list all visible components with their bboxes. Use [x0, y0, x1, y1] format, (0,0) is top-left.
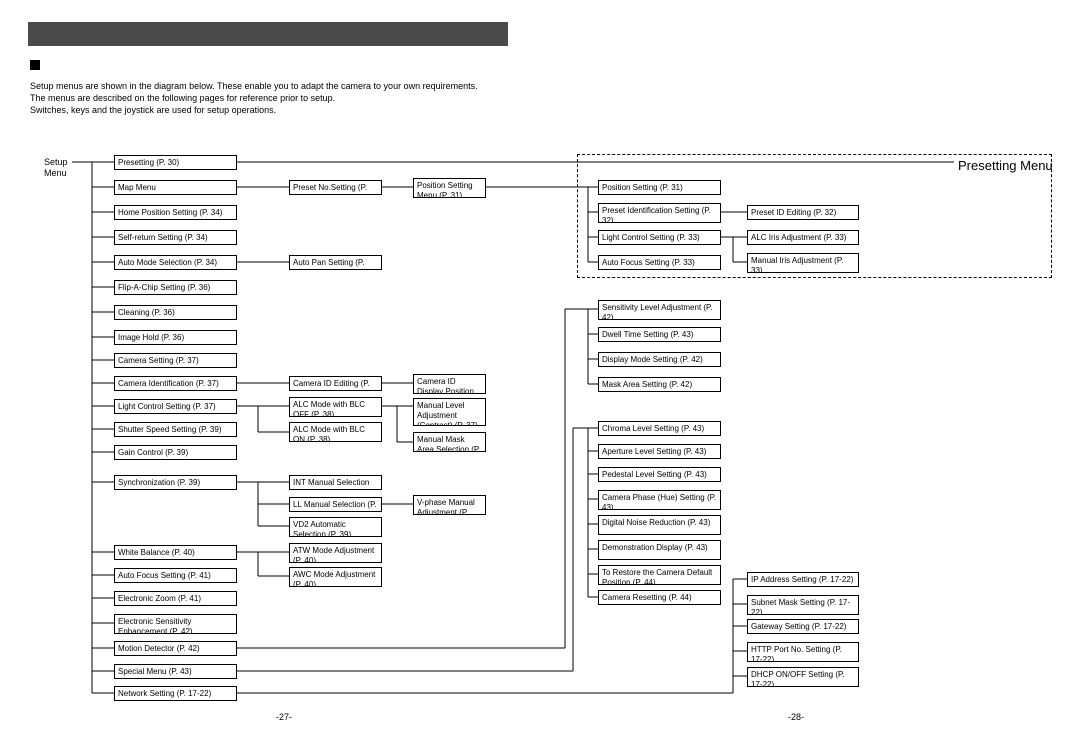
box-cleaning: Cleaning (P. 36) [114, 305, 237, 320]
box-image-hold: Image Hold (P. 36) [114, 330, 237, 345]
box-light-control2: Light Control Setting (P. 33) [598, 230, 721, 245]
box-preset-id-edit: Preset ID Editing (P. 32) [747, 205, 859, 220]
box-motion: Motion Detector (P. 42) [114, 641, 237, 656]
box-awc: AWC Mode Adjustment (P. 40) [289, 567, 382, 587]
box-alc-blc-off: ALC Mode with BLC OFF (P. 38) [289, 397, 382, 417]
intro-line1: Setup menus are shown in the diagram bel… [30, 80, 478, 92]
box-phase: Camera Phase (Hue) Setting (P. 43) [598, 490, 721, 510]
box-sync: Synchronization (P. 39) [114, 475, 237, 490]
page-number-right: -28- [788, 712, 804, 722]
box-chroma: Chroma Level Setting (P. 43) [598, 421, 721, 436]
box-vd2: VD2 Automatic Selection (P. 39) [289, 517, 382, 537]
box-auto-focus: Auto Focus Setting (P. 41) [114, 568, 237, 583]
box-alc-iris: ALC Iris Adjustment (P. 33) [747, 230, 859, 245]
box-light-control: Light Control Setting (P. 37) [114, 399, 237, 414]
box-ip: IP Address Setting (P. 17-22) [747, 572, 859, 587]
box-preset-no: Preset No.Setting (P. 30) [289, 180, 382, 195]
box-preset-id-set: Preset Identification Setting (P. 32) [598, 203, 721, 223]
box-cam-reset: Camera Resetting (P. 44) [598, 590, 721, 605]
box-special: Special Menu (P. 43) [114, 664, 237, 679]
box-pedestal: Pedestal Level Setting (P. 43) [598, 467, 721, 482]
box-auto-mode: Auto Mode Selection (P. 34) [114, 255, 237, 270]
header-bar [28, 22, 508, 46]
box-ezoom: Electronic Zoom (P. 41) [114, 591, 237, 606]
box-dhcp: DHCP ON/OFF Setting (P. 17-22) [747, 667, 859, 687]
box-pos-set: Position Setting (P. 31) [598, 180, 721, 195]
box-network: Network Setting (P. 17-22) [114, 686, 237, 701]
box-home-pos: Home Position Setting (P. 34) [114, 205, 237, 220]
intro-line2: The menus are described on the following… [30, 92, 478, 104]
box-restore: To Restore the Camera Default Position (… [598, 565, 721, 585]
box-disp-mode: Display Mode Setting (P. 42) [598, 352, 721, 367]
intro-line3: Switches, keys and the joystick are used… [30, 104, 478, 116]
box-mask-area: Mask Area Setting (P. 42) [598, 377, 721, 392]
page: Setup menus are shown in the diagram bel… [0, 0, 1080, 747]
box-cam-id-disp: Camera ID Display Position (P. 37) [413, 374, 486, 394]
box-gain: Gain Control (P. 39) [114, 445, 237, 460]
page-number-left: -27- [276, 712, 292, 722]
box-gateway: Gateway Setting (P. 17-22) [747, 619, 859, 634]
box-esens: Electronic Sensitivity Enhancement (P. 4… [114, 614, 237, 634]
box-atw: ATW Mode Adjustment (P. 40) [289, 543, 382, 563]
root-label: Setup Menu [44, 157, 68, 179]
box-map-menu: Map Menu [114, 180, 237, 195]
box-alc-blc-on: ALC Mode with BLC ON (P. 38) [289, 422, 382, 442]
box-pos-menu: Position Setting Menu (P. 31) [413, 178, 486, 198]
box-aperture: Aperture Level Setting (P. 43) [598, 444, 721, 459]
box-camera-setting: Camera Setting (P. 37) [114, 353, 237, 368]
box-presetting: Presetting (P. 30) [114, 155, 237, 170]
box-shutter: Shutter Speed Setting (P. 39) [114, 422, 237, 437]
box-dwell: Dwell Time Setting (P. 43) [598, 327, 721, 342]
intro-text: Setup menus are shown in the diagram bel… [30, 80, 478, 116]
box-flip: Flip-A-Chip Setting (P. 36) [114, 280, 237, 295]
box-white-balance: White Balance (P. 40) [114, 545, 237, 560]
box-dnr: Digital Noise Reduction (P. 43) [598, 515, 721, 535]
box-manual-level: Manual Level Adjustment (Contrast) (P. 3… [413, 398, 486, 426]
box-int-manual: INT Manual Selection (P. 39) [289, 475, 382, 490]
box-manual-mask: Manual Mask Area Selection (P. 38) [413, 432, 486, 452]
bullet [30, 60, 40, 70]
box-sens-level: Sensitivity Level Adjustment (P. 42) [598, 300, 721, 320]
box-auto-focus2: Auto Focus Setting (P. 33) [598, 255, 721, 270]
box-camera-id: Camera Identification (P. 37) [114, 376, 237, 391]
box-manual-iris: Manual Iris Adjustment (P. 33) [747, 253, 859, 273]
box-http: HTTP Port No. Setting (P. 17-22) [747, 642, 859, 662]
box-ll-manual: LL Manual Selection (P. 39) [289, 497, 382, 512]
box-subnet: Subnet Mask Setting (P. 17-22) [747, 595, 859, 615]
box-cam-id-edit: Camera ID Editing (P. 37) [289, 376, 382, 391]
box-self-return: Self-return Setting (P. 34) [114, 230, 237, 245]
box-demo: Demonstration Display (P. 43) [598, 540, 721, 560]
box-auto-pan: Auto Pan Setting (P. 34) [289, 255, 382, 270]
box-vphase: V-phase Manual Adjustment (P. 40) [413, 495, 486, 515]
